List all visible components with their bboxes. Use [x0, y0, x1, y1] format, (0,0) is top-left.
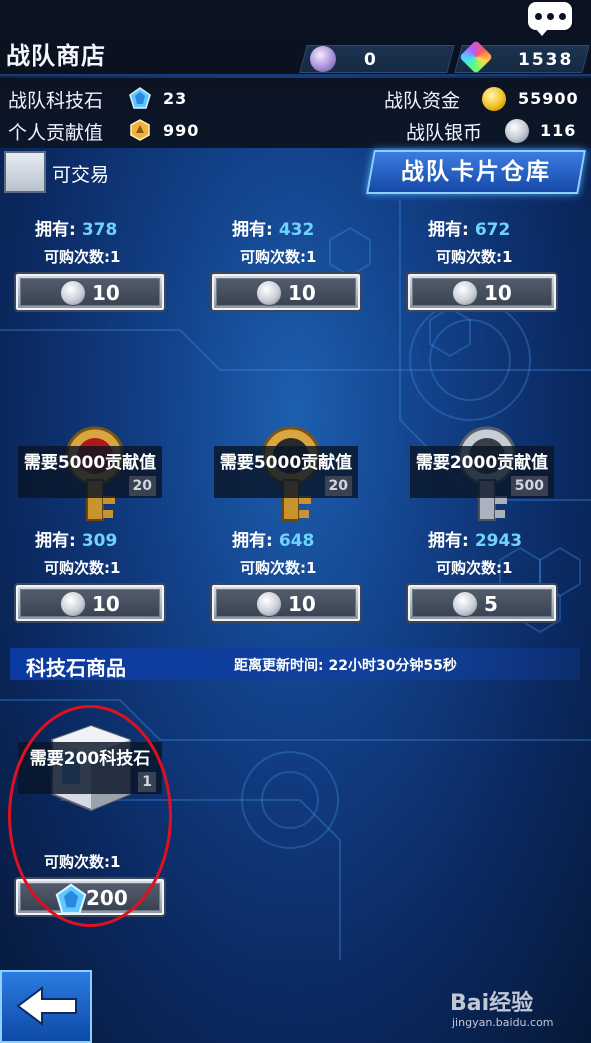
- item-requirement: 需要5000贡献值 20: [18, 446, 162, 498]
- purchase-limit: 可购次数:1: [44, 559, 121, 577]
- buy-button[interactable]: 10: [210, 583, 362, 623]
- watermark-url: jingyan.baidu.com: [452, 1016, 554, 1029]
- card-warehouse-button[interactable]: 战队卡片仓库: [366, 150, 586, 194]
- purchase-limit: 可购次数:1: [436, 248, 513, 266]
- funds-value: 55900: [518, 89, 579, 108]
- buy-button[interactable]: 10: [14, 583, 166, 623]
- top-bar: 战队商店 0 1538: [0, 0, 591, 76]
- silver-coin-icon: [505, 119, 529, 143]
- item-count-badge: 20: [128, 476, 156, 496]
- currency-2-value: 1538: [518, 50, 574, 70]
- gold-coin-icon: [482, 87, 506, 111]
- tech-stone-value: 23: [163, 89, 188, 108]
- highlight-circle: [8, 705, 172, 927]
- purchase-limit: 可购次数:1: [44, 248, 121, 266]
- silver-value: 116: [540, 121, 577, 140]
- purchase-limit: 可购次数:1: [240, 559, 317, 577]
- silver-label: 战队银币: [406, 122, 483, 144]
- funds-label: 战队资金: [384, 90, 461, 112]
- buy-button[interactable]: 10: [14, 272, 166, 312]
- silver-coin-icon: [452, 280, 478, 306]
- item-requirement: 需要2000贡献值 500: [410, 446, 554, 498]
- item-requirement: 需要5000贡献值 20: [214, 446, 358, 498]
- refresh-timer: 距离更新时间: 22小时30分钟55秒: [234, 658, 457, 674]
- back-arrow-icon: [16, 986, 77, 1026]
- owned-label: 拥有: 648: [232, 531, 315, 551]
- silver-coin-icon: [60, 591, 86, 617]
- tech-section-title: 科技石商品: [26, 656, 126, 680]
- owned-label: 拥有: 378: [35, 220, 118, 240]
- owned-label: 拥有: 672: [428, 220, 511, 240]
- tradable-checkbox[interactable]: [4, 151, 46, 193]
- item-count-badge: 20: [324, 476, 352, 496]
- tech-stone-label: 战队科技石: [8, 90, 104, 112]
- buy-button[interactable]: 10: [210, 272, 362, 312]
- page-title: 战队商店: [6, 42, 106, 70]
- silver-coin-icon: [452, 591, 478, 617]
- card-warehouse-label: 战队卡片仓库: [401, 159, 551, 185]
- purple-crystal-icon: [310, 46, 336, 72]
- buy-button[interactable]: 10: [406, 272, 558, 312]
- silver-coin-icon: [60, 280, 86, 306]
- owned-label: 拥有: 309: [35, 531, 118, 551]
- contribution-label: 个人贡献值: [8, 122, 104, 144]
- purchase-limit: 可购次数:1: [436, 559, 513, 577]
- watermark-logo: Bai经验: [450, 991, 534, 1016]
- purchase-limit: 可购次数:1: [240, 248, 317, 266]
- contribution-value: 990: [163, 121, 200, 140]
- buy-button[interactable]: 5: [406, 583, 558, 623]
- silver-coin-icon: [256, 591, 282, 617]
- tech-stone-icon: [129, 87, 151, 109]
- silver-coin-icon: [256, 280, 282, 306]
- currency-1-value: 0: [364, 50, 378, 70]
- contribution-icon: [130, 119, 150, 141]
- item-count-badge: 500: [510, 476, 548, 496]
- stats-panel: 战队科技石 23 个人贡献值 990 战队资金 55900 战队银币 116: [0, 78, 591, 148]
- owned-label: 拥有: 432: [232, 220, 315, 240]
- chat-bubble-icon[interactable]: [528, 2, 572, 36]
- owned-label: 拥有: 2943: [428, 531, 523, 551]
- back-button[interactable]: [0, 970, 92, 1043]
- tradable-label: 可交易: [52, 164, 110, 186]
